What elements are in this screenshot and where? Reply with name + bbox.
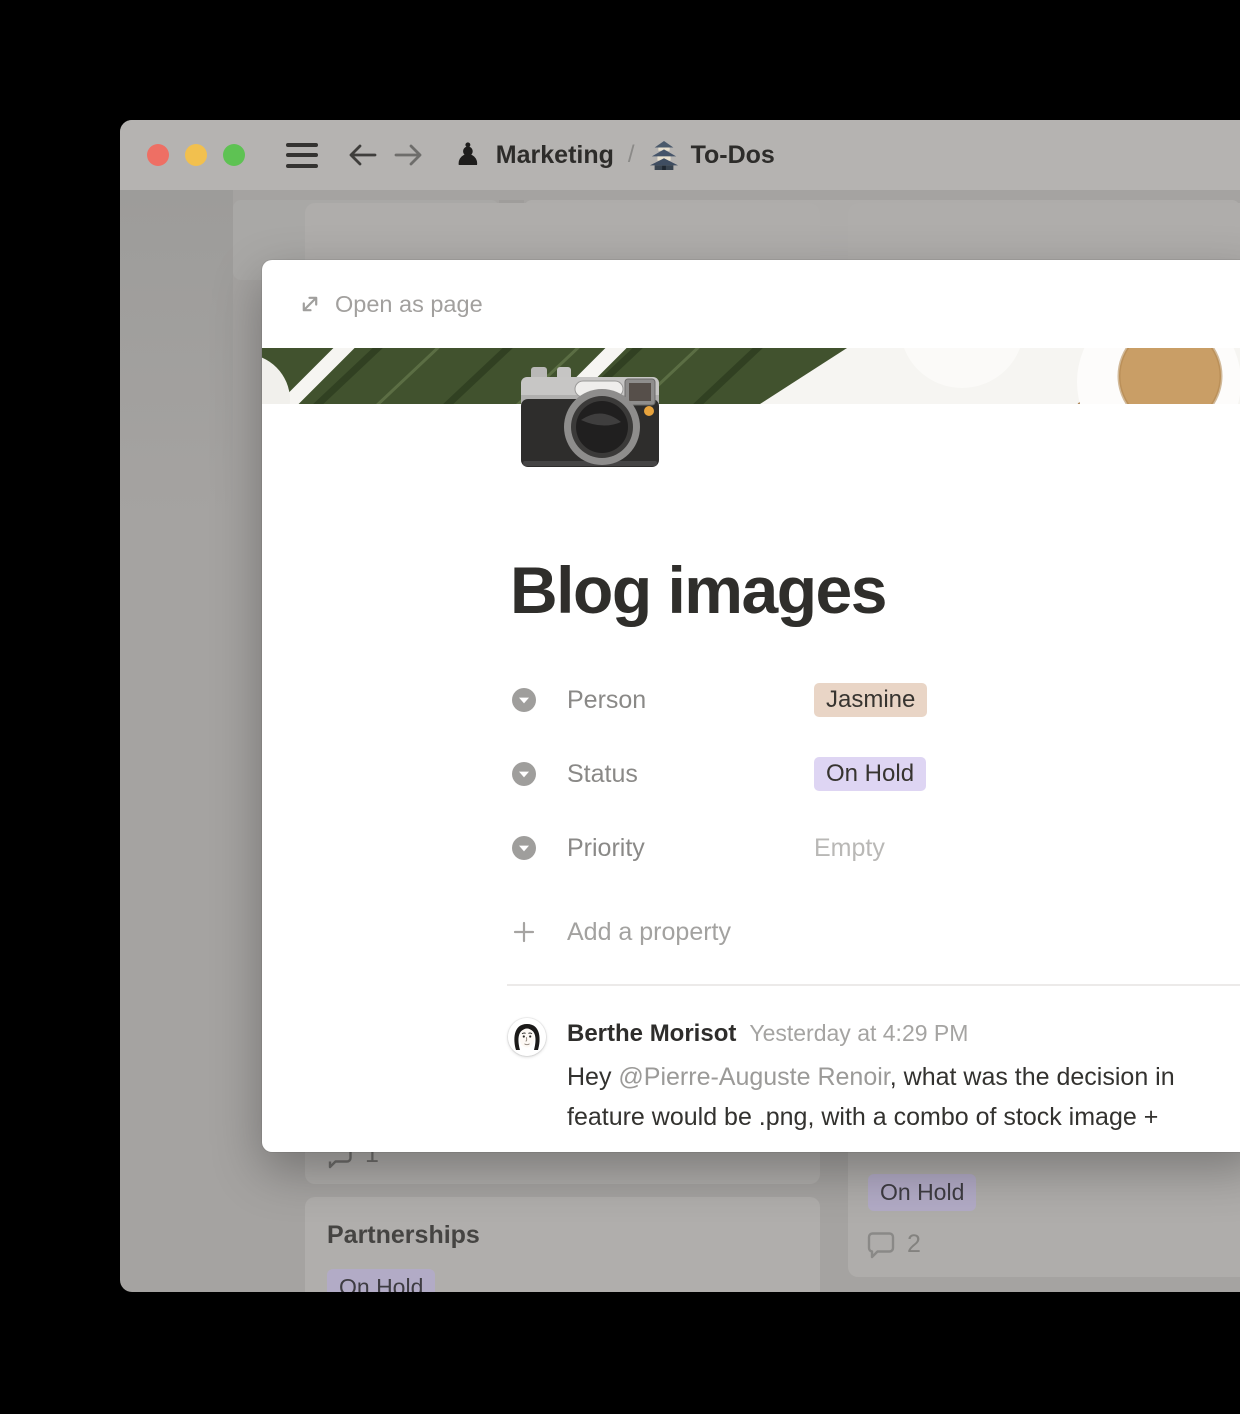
comment-header: Berthe Morisot Yesterday at 4:29 PM (567, 1020, 968, 1048)
status-badge: On Hold (868, 1174, 976, 1211)
add-property-button[interactable]: Add a property (512, 915, 731, 949)
chevron-circle-icon (512, 688, 536, 712)
page-cover-image (262, 348, 1240, 404)
avatar (508, 1018, 546, 1056)
app-window: ♟ Marketing / To-Dos 1 Part (120, 120, 1240, 1292)
card-title: Partnerships (327, 1221, 480, 1250)
user-mention[interactable]: @Pierre-Auguste Renoir (618, 1063, 889, 1091)
comment-line-2: feature would be .png, with a combo of s… (567, 1097, 1175, 1137)
chevron-circle-icon (512, 762, 536, 786)
back-arrow-icon[interactable] (346, 142, 378, 168)
status-tag[interactable]: On Hold (814, 757, 926, 791)
comment-count: 2 (907, 1230, 921, 1259)
add-property-label: Add a property (567, 918, 731, 947)
comment-bubble-icon (866, 1230, 896, 1260)
property-row-priority[interactable]: Priority Empty (512, 831, 885, 865)
expand-diagonal-icon (299, 293, 321, 315)
breadcrumb-workspace[interactable]: Marketing (496, 141, 614, 170)
backdrop-shade (120, 190, 233, 520)
forward-arrow-icon[interactable] (393, 142, 425, 168)
page-peek-modal: Open as page (262, 260, 1240, 1152)
comment-body: Hey @Pierre-Auguste Renoir, what was the… (567, 1057, 1175, 1137)
breadcrumb-page[interactable]: To-Dos (691, 141, 775, 170)
camera-emoji-icon[interactable] (513, 365, 667, 470)
chevron-circle-icon (512, 836, 536, 860)
empty-value[interactable]: Empty (814, 834, 885, 863)
property-name[interactable]: Person (567, 686, 814, 715)
close-window-button[interactable] (147, 144, 169, 166)
section-divider (507, 984, 1240, 986)
partnerships-card: Partnerships On Hold (305, 1197, 820, 1292)
comment-author: Berthe Morisot (567, 1020, 736, 1048)
minimize-window-button[interactable] (185, 144, 207, 166)
breadcrumb-separator: / (628, 141, 635, 169)
property-row-person[interactable]: Person Jasmine (512, 683, 927, 717)
comment-timestamp: Yesterday at 4:29 PM (749, 1020, 968, 1047)
page-title[interactable]: Blog images (510, 552, 886, 628)
chess-pawn-icon: ♟ (454, 140, 482, 171)
titlebar: ♟ Marketing / To-Dos (120, 120, 1240, 190)
open-as-page-button[interactable]: Open as page (262, 260, 1240, 348)
property-row-status[interactable]: Status On Hold (512, 757, 926, 791)
property-name[interactable]: Priority (567, 834, 814, 863)
sidebar-menu-icon[interactable] (286, 143, 318, 168)
person-tag[interactable]: Jasmine (814, 683, 927, 717)
japanese-castle-icon (649, 139, 679, 171)
comment-line-1: Hey @Pierre-Auguste Renoir, what was the… (567, 1057, 1175, 1097)
plus-icon (512, 920, 536, 944)
property-name[interactable]: Status (567, 760, 814, 789)
status-badge: On Hold (327, 1269, 435, 1292)
open-as-page-label: Open as page (335, 291, 483, 318)
zoom-window-button[interactable] (223, 144, 245, 166)
